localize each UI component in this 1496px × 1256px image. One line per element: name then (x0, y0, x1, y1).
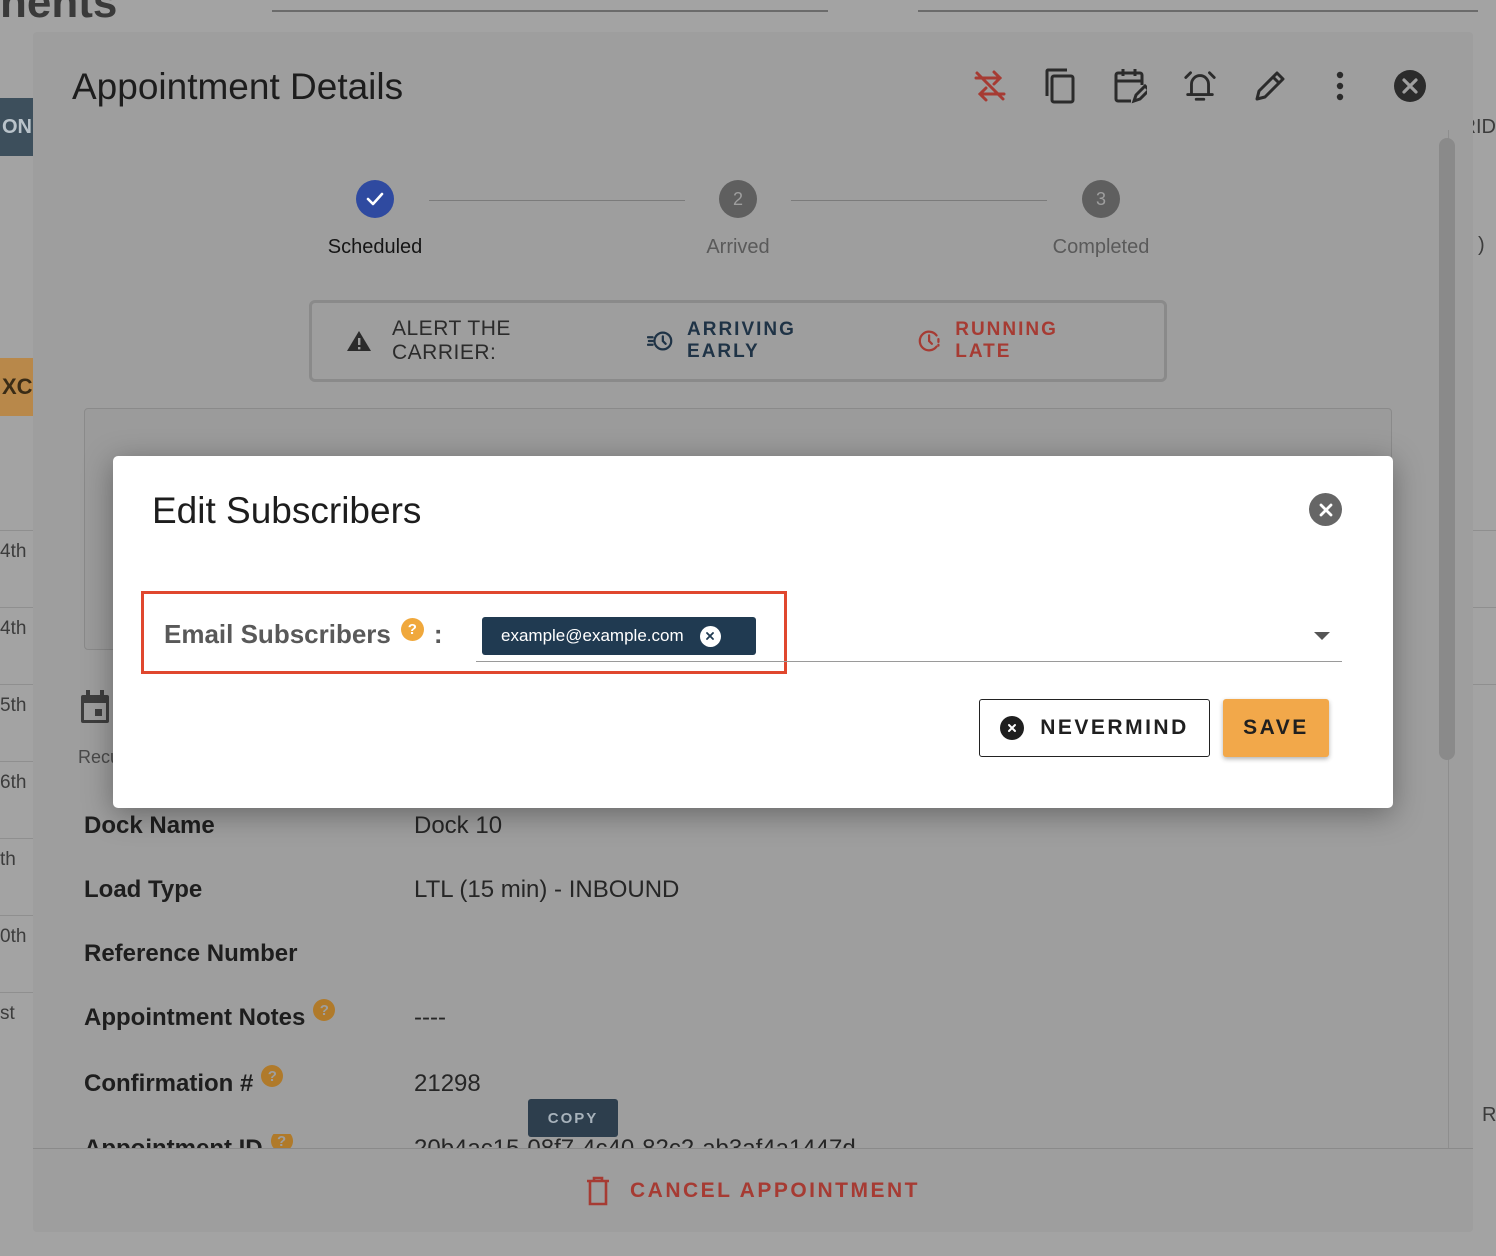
background-filter-field (918, 10, 1478, 12)
step-number: 3 (1082, 180, 1120, 218)
background-cell: R (1482, 1104, 1496, 1126)
detail-label-text: Appointment Notes (84, 1004, 306, 1031)
detail-value: ---- (414, 1004, 446, 1031)
detail-row-confirmation: Confirmation # ? 21298 (84, 1065, 481, 1098)
appointment-title: Appointment Details (72, 66, 404, 107)
stepper-connector (791, 200, 1047, 201)
stepper-connector (429, 200, 685, 201)
close-icon[interactable] (1392, 66, 1428, 106)
background-row: 0th (0, 915, 34, 948)
nevermind-button[interactable]: NEVERMIND (979, 699, 1210, 757)
background-row: th (0, 838, 34, 871)
detail-value: Dock 10 (414, 812, 503, 839)
background-divider (1472, 607, 1496, 608)
background-cell: ) (1478, 234, 1485, 256)
detail-label: Reference Number (84, 940, 298, 967)
alert-carrier-label: ALERT THE CARRIER: (392, 317, 511, 364)
edit-subscribers-dialog: Edit Subscribers Email Subscribers ? : e… (113, 456, 1393, 808)
step-number: 2 (719, 180, 757, 218)
step-completed: 3 Completed (1021, 180, 1181, 259)
edit-pencil-icon[interactable] (1252, 66, 1288, 106)
reschedule-off-icon[interactable] (972, 66, 1008, 106)
check-icon (356, 180, 394, 218)
appointment-toolbar (972, 66, 1428, 106)
dropdown-arrow-icon[interactable] (1314, 632, 1330, 640)
step-label: Completed (1052, 236, 1150, 258)
remove-chip-icon[interactable] (699, 625, 721, 647)
background-search-field (272, 10, 828, 12)
cancel-circle-icon (1000, 716, 1025, 740)
help-icon[interactable]: ? (400, 618, 424, 641)
calendar-icon (79, 690, 111, 729)
running-late-button[interactable]: RUNNING LATE (917, 319, 1110, 363)
save-button[interactable]: SAVE (1223, 699, 1329, 757)
more-options-icon[interactable] (1322, 66, 1358, 106)
detail-value: LTL (15 min) - INBOUND (414, 876, 680, 903)
field-label-text: Email Subscribers (164, 619, 391, 649)
fast-clock-icon (646, 331, 673, 351)
background-divider (1472, 684, 1496, 685)
help-icon[interactable]: ? (261, 1065, 284, 1087)
background-row: 5th (0, 684, 34, 717)
alarm-bell-icon[interactable] (1182, 66, 1218, 106)
step-arrived: 2 Arrived (658, 180, 818, 259)
warning-icon (346, 329, 372, 353)
step-scheduled: Scheduled (295, 180, 455, 259)
status-stepper: Scheduled 2 Arrived 3 Completed (33, 180, 1473, 270)
arriving-early-label: ARRIVING EARLY (687, 319, 796, 362)
field-label-colon: : (433, 619, 443, 649)
detail-row-dock: Dock Name Dock 10 (84, 812, 502, 840)
subscriber-chip: example@example.com (482, 617, 756, 655)
alert-carrier-box: ALERT THE CARRIER: ARRIVING EARLY RUNNIN… (309, 300, 1167, 382)
arriving-early-button[interactable]: ARRIVING EARLY (646, 319, 863, 363)
copy-confirmation-button[interactable]: COPY (528, 1099, 618, 1137)
background-divider (1472, 530, 1496, 531)
dialog-close-icon[interactable] (1309, 493, 1342, 526)
step-label: Arrived (706, 236, 770, 258)
background-row: 4th (0, 530, 34, 563)
background-tab: ON (0, 98, 34, 156)
background-row: 4th (0, 607, 34, 640)
email-subscribers-input[interactable] (476, 661, 1342, 662)
cancel-appointment-button[interactable]: CANCEL APPOINTMENT (33, 1148, 1473, 1232)
background-row: 6th (0, 761, 34, 794)
running-late-label: RUNNING LATE (955, 319, 1058, 362)
detail-label: Dock Name (84, 812, 215, 839)
dialog-title: Edit Subscribers (152, 490, 422, 531)
trash-icon (586, 1176, 609, 1205)
duplicate-icon[interactable] (1042, 66, 1078, 106)
detail-label-text: Confirmation # (84, 1070, 254, 1097)
background-badge: XC (0, 358, 34, 416)
detail-row-reference: Reference Number (84, 940, 414, 968)
background-page-title: nents (0, 0, 118, 27)
chip-label: example@example.com (501, 626, 684, 645)
detail-label: Load Type (84, 876, 203, 903)
detail-label: Appointment Notes ? (84, 999, 414, 1032)
step-label: Scheduled (327, 236, 423, 258)
nevermind-label: NEVERMIND (1040, 716, 1189, 739)
detail-row-load-type: Load Type LTL (15 min) - INBOUND (84, 876, 679, 904)
detail-label: Confirmation # ? (84, 1065, 414, 1098)
background-row: st (0, 992, 34, 1025)
email-subscribers-label: Email Subscribers ? : (164, 618, 443, 650)
detail-row-notes: Appointment Notes ? ---- (84, 999, 446, 1032)
help-icon[interactable]: ? (313, 999, 336, 1021)
detail-value: 21298 (414, 1070, 481, 1097)
edit-calendar-icon[interactable] (1112, 66, 1148, 106)
late-clock-icon (918, 330, 940, 352)
cancel-appointment-label: CANCEL APPOINTMENT (629, 1178, 920, 1202)
